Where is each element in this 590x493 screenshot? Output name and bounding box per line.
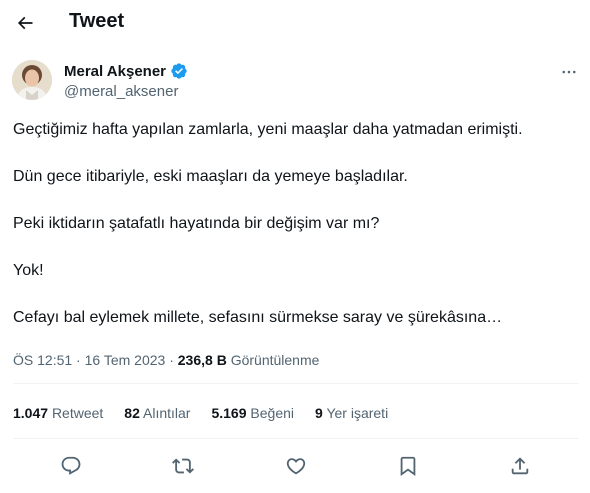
retweets-label: Retweet: [51, 405, 104, 421]
tweet-meta: ÖS 12:51 · 16 Tem 2023 · 236,8 B Görüntü…: [13, 352, 319, 368]
retweet-icon: [172, 458, 194, 474]
views-label: Görüntülenme: [230, 352, 320, 368]
share-icon: [511, 457, 529, 475]
like-button[interactable]: [283, 453, 309, 479]
avatar[interactable]: [12, 60, 52, 100]
tweet-paragraph: Peki iktidarın şatafatlı hayatında bir d…: [13, 215, 380, 232]
meta-separator: ·: [76, 352, 81, 368]
divider: [13, 383, 579, 384]
tweet-text: Geçtiğimiz hafta yapılan zamlarla, yeni …: [13, 118, 573, 330]
quotes-label: Alıntılar: [143, 405, 191, 421]
bookmarks-stat[interactable]: 9 Yer işareti: [315, 405, 388, 421]
like-icon: [286, 458, 306, 475]
retweet-button[interactable]: [170, 453, 196, 479]
likes-count: 5.169: [211, 405, 247, 421]
tweet-stats: 1.047 Retweet 82 Alıntılar 5.169 Beğeni …: [13, 405, 409, 421]
more-options-button[interactable]: [556, 60, 582, 84]
quotes-stat[interactable]: 82 Alıntılar: [124, 405, 190, 421]
meta-separator: ·: [169, 352, 174, 368]
reply-icon: [61, 456, 81, 475]
views-count: 236,8 B: [177, 352, 227, 368]
tweet-paragraph: Yok!: [13, 262, 44, 279]
back-button[interactable]: [10, 8, 40, 38]
page-title: Tweet: [69, 10, 125, 32]
likes-stat[interactable]: 5.169 Beğeni: [211, 405, 294, 421]
share-button[interactable]: [507, 453, 533, 479]
tweet-paragraph: Cefayı bal eylemek millete, sefasını sür…: [13, 309, 503, 326]
tweet-time[interactable]: ÖS 12:51: [13, 352, 72, 368]
verified-badge-icon: [171, 63, 187, 79]
likes-label: Beğeni: [250, 405, 294, 421]
tweet-paragraph: Dün gece itibariyle, eski maaşları da ye…: [13, 168, 408, 185]
bookmark-icon: [400, 456, 416, 477]
tweet-paragraph: Geçtiğimiz hafta yapılan zamlarla, yeni …: [13, 121, 523, 138]
bookmark-button[interactable]: [395, 453, 421, 479]
author-handle[interactable]: @meral_aksener: [64, 83, 178, 100]
more-horizontal-icon: [562, 70, 576, 74]
bookmarks-label: Yer işareti: [326, 405, 389, 421]
avatar-image: [12, 60, 52, 100]
top-bar: Tweet: [0, 0, 590, 48]
bookmarks-count: 9: [315, 405, 323, 421]
retweets-stat[interactable]: 1.047 Retweet: [13, 405, 103, 421]
retweets-count: 1.047: [13, 405, 49, 421]
tweet-date[interactable]: 16 Tem 2023: [85, 352, 166, 368]
author-name[interactable]: Meral Akşener: [64, 62, 188, 80]
quotes-count: 82: [124, 405, 140, 421]
reply-button[interactable]: [58, 453, 84, 479]
author-name-text: Meral Akşener: [64, 62, 166, 80]
arrow-left-icon: [17, 16, 33, 30]
divider: [13, 438, 579, 439]
action-bar: [0, 450, 590, 480]
